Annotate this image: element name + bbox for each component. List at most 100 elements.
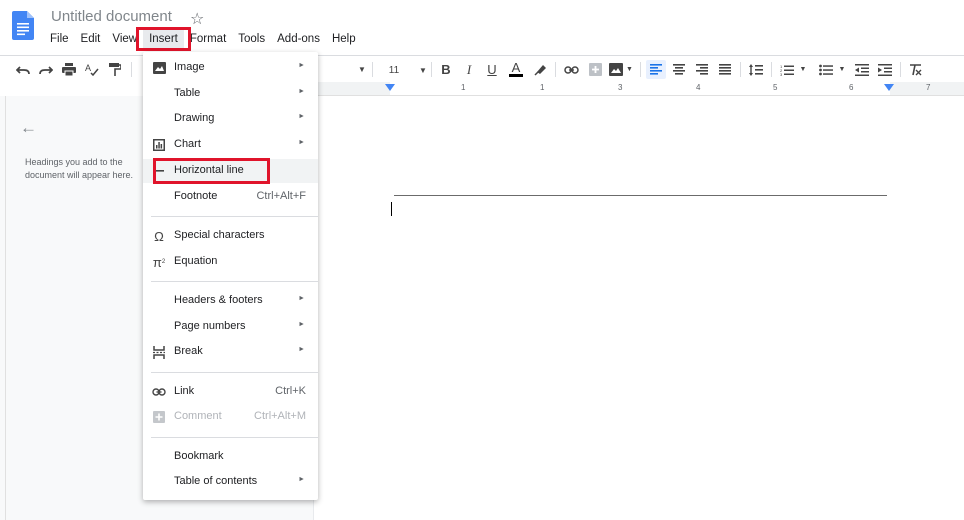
- menu-item-label: Special characters: [174, 229, 265, 241]
- horizontal-ruler[interactable]: 1 1 3 4 5 6 7: [318, 82, 964, 96]
- font-dropdown-arrow-icon[interactable]: ▼: [356, 60, 368, 79]
- menu-item-special-characters[interactable]: Ω Special characters: [143, 224, 318, 248]
- menu-format[interactable]: Format: [184, 30, 232, 50]
- italic-icon[interactable]: I: [461, 60, 477, 79]
- insert-menu-highlight-box: [136, 27, 191, 51]
- horizontal-rule: [394, 195, 887, 196]
- menu-item-bookmark[interactable]: Bookmark: [143, 445, 318, 469]
- paint-format-icon[interactable]: [106, 60, 124, 79]
- menu-item-headers-footers[interactable]: Headers & footers ►: [143, 289, 318, 313]
- menu-item-chart[interactable]: Chart ►: [143, 133, 318, 157]
- justify-icon[interactable]: [715, 60, 735, 79]
- menu-tools[interactable]: Tools: [232, 30, 271, 50]
- menu-item-label: Break: [174, 345, 203, 357]
- menu-item-table[interactable]: Table ►: [143, 82, 318, 106]
- back-arrow-icon[interactable]: ←: [20, 118, 37, 138]
- menu-edit[interactable]: Edit: [75, 30, 107, 50]
- page-break-icon: [151, 344, 167, 360]
- highlight-color-icon[interactable]: [531, 60, 549, 79]
- menu-divider: [151, 281, 318, 282]
- right-indent-marker-icon[interactable]: [884, 84, 894, 91]
- menu-item-label: Headers & footers: [174, 294, 263, 306]
- horizontal-line-highlight-box: [153, 158, 270, 184]
- image-icon: [151, 60, 167, 76]
- svg-text:3: 3: [780, 72, 783, 76]
- menu-item-label: Footnote: [174, 190, 218, 202]
- menu-item-comment[interactable]: Comment Ctrl+Alt+M: [143, 405, 318, 429]
- menu-divider: [151, 216, 318, 217]
- submenu-arrow-icon: ►: [298, 139, 305, 146]
- toolbar-divider: [131, 62, 132, 77]
- add-comment-icon[interactable]: [586, 60, 604, 79]
- menu-item-label: Page numbers: [174, 320, 246, 332]
- menubar: File Edit View Insert Format Tools Add-o…: [44, 30, 362, 50]
- text-color-icon[interactable]: A: [508, 60, 524, 79]
- menu-item-label: Bookmark: [174, 450, 224, 462]
- line-spacing-icon[interactable]: [746, 60, 766, 79]
- link-icon: [151, 384, 167, 400]
- align-left-icon[interactable]: [646, 60, 666, 79]
- submenu-arrow-icon: ►: [298, 113, 305, 120]
- menu-item-image[interactable]: Image ►: [143, 56, 318, 80]
- insert-image-icon[interactable]: ▼: [607, 60, 635, 79]
- toolbar-divider: [771, 62, 772, 77]
- docs-logo-icon[interactable]: [12, 11, 34, 40]
- decrease-indent-icon[interactable]: [852, 60, 872, 79]
- star-icon[interactable]: ☆: [190, 9, 204, 29]
- toolbar-divider: [900, 62, 901, 77]
- menu-file[interactable]: File: [44, 30, 75, 50]
- menu-item-equation[interactable]: π2 Equation: [143, 250, 318, 274]
- ruler-number: 5: [773, 83, 778, 92]
- toolbar-divider: [740, 62, 741, 77]
- ruler-number: 3: [618, 83, 623, 92]
- menu-help[interactable]: Help: [326, 30, 362, 50]
- bulleted-list-icon[interactable]: ▼: [816, 60, 848, 79]
- ruler-number: 7: [926, 83, 931, 92]
- align-center-icon[interactable]: [669, 60, 689, 79]
- document-page[interactable]: [314, 96, 964, 520]
- menu-divider: [151, 437, 318, 438]
- font-size-value: 11: [388, 64, 400, 76]
- menu-item-break[interactable]: Break ►: [143, 340, 318, 364]
- pi-icon: π2: [152, 254, 166, 270]
- menu-addons[interactable]: Add-ons: [271, 30, 326, 50]
- clear-formatting-icon[interactable]: [905, 60, 925, 79]
- submenu-arrow-icon: ►: [298, 62, 305, 69]
- menu-item-footnote[interactable]: Footnote Ctrl+Alt+F: [143, 185, 318, 209]
- left-indent-marker-icon[interactable]: [385, 84, 395, 91]
- menu-item-label: Link: [174, 385, 195, 397]
- menu-item-label: Drawing: [174, 112, 215, 124]
- undo-icon[interactable]: [14, 60, 32, 79]
- toolbar-divider: [431, 62, 432, 77]
- menu-item-page-numbers[interactable]: Page numbers ►: [143, 315, 318, 339]
- ruler-number: 1: [461, 83, 466, 92]
- menu-item-link[interactable]: Link Ctrl+K: [143, 380, 318, 404]
- bold-icon[interactable]: B: [438, 60, 454, 79]
- menu-item-drawing[interactable]: Drawing ►: [143, 107, 318, 131]
- font-size-select[interactable]: 11 ▼: [380, 61, 430, 79]
- insert-menu: Image ► Table ► Drawing ► Chart ► Horizo…: [143, 52, 318, 500]
- ruler-number: 6: [849, 83, 854, 92]
- menu-item-table-of-contents[interactable]: Table of contents ►: [143, 470, 318, 494]
- underline-icon[interactable]: U: [484, 60, 500, 79]
- menu-item-label: Image: [174, 61, 205, 73]
- redo-icon[interactable]: [37, 60, 55, 79]
- increase-indent-icon[interactable]: [875, 60, 895, 79]
- document-title[interactable]: Untitled document: [51, 8, 172, 25]
- print-icon[interactable]: [60, 60, 78, 79]
- shortcut-label: Ctrl+Alt+M: [254, 410, 306, 422]
- text-cursor: [391, 202, 392, 216]
- align-right-icon[interactable]: [692, 60, 712, 79]
- toolbar-divider: [372, 62, 373, 77]
- shortcut-label: Ctrl+K: [275, 385, 306, 397]
- toolbar-divider: [640, 62, 641, 77]
- menu-item-label: Comment: [174, 410, 222, 422]
- insert-link-icon[interactable]: [562, 60, 580, 79]
- spellcheck-icon[interactable]: A: [83, 60, 101, 79]
- menu-item-label: Table of contents: [174, 475, 258, 487]
- menu-divider: [151, 372, 318, 373]
- ruler-number: 1: [540, 83, 545, 92]
- numbered-list-icon[interactable]: 123 ▼: [777, 60, 809, 79]
- submenu-arrow-icon: ►: [298, 476, 305, 483]
- menu-item-label: Table: [174, 87, 201, 99]
